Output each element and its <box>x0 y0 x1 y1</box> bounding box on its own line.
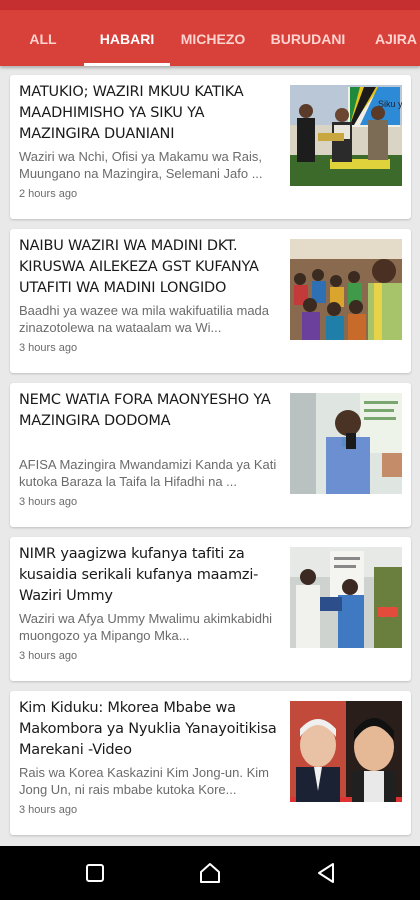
article-thumbnail: Siku ya <box>290 85 402 186</box>
article-time: 2 hours ago <box>19 188 78 200</box>
article-feed[interactable]: MATUKIO; WAZIRI MKUU KATIKA MAADHIMISHO … <box>0 66 420 846</box>
article-card[interactable]: NAIBU WAZIRI WA MADINI DKT. KIRUSWA AILE… <box>10 229 411 373</box>
article-title: MATUKIO; WAZIRI MKUU KATIKA MAADHIMISHO … <box>19 84 244 142</box>
article-time: 3 hours ago <box>19 804 78 816</box>
tab-michezo[interactable]: MICHEZO <box>176 10 250 66</box>
tab-all[interactable]: ALL <box>18 10 68 66</box>
article-card[interactable]: MATUKIO; WAZIRI MKUU KATIKA MAADHIMISHO … <box>10 75 411 219</box>
article-time: 3 hours ago <box>19 650 78 662</box>
article-title: NEMC WATIA FORA MAONYESHO YA MAZINGIRA D… <box>19 392 271 429</box>
article-excerpt: Baadhi ya wazee wa mila wakifuatilia mad… <box>19 303 270 335</box>
article-excerpt: Waziri wa Nchi, Ofisi ya Makamu wa Rais,… <box>19 149 263 181</box>
article-time: 3 hours ago <box>19 496 78 508</box>
status-bar <box>0 0 420 10</box>
article-thumbnail <box>290 701 402 802</box>
article-time: 3 hours ago <box>19 342 78 354</box>
article-card[interactable]: NIMR yaagizwa kufanya tafiti za kusaidia… <box>10 537 411 681</box>
article-excerpt: Waziri wa Afya Ummy Mwalimu akimkabidhi … <box>19 611 273 643</box>
article-thumbnail <box>290 547 402 648</box>
article-title: NAIBU WAZIRI WA MADINI DKT. KIRUSWA AILE… <box>19 238 259 296</box>
article-excerpt: AFISA Mazingira Mwandamizi Kanda ya Kati… <box>19 457 277 489</box>
back-icon[interactable] <box>311 858 341 888</box>
category-tab-bar: ALL HABARI MICHEZO BURUDANI AJIRA <box>0 10 420 66</box>
article-excerpt: Rais wa Korea Kaskazini Kim Jong-un. Kim… <box>19 765 269 797</box>
article-title: NIMR yaagizwa kufanya tafiti za kusaidia… <box>19 546 259 604</box>
article-thumbnail <box>290 239 402 340</box>
home-icon[interactable] <box>195 858 225 888</box>
article-card[interactable]: NEMC WATIA FORA MAONYESHO YA MAZINGIRA D… <box>10 383 411 527</box>
tab-burudani[interactable]: BURUDANI <box>266 10 350 66</box>
android-navigation-bar <box>0 846 420 900</box>
recent-apps-icon[interactable] <box>80 858 110 888</box>
tab-ajira[interactable]: AJIRA <box>366 10 420 66</box>
tab-habari[interactable]: HABARI <box>88 10 166 66</box>
article-card[interactable]: Kim Kiduku: Mkorea Mbabe wa Makombora ya… <box>10 691 411 835</box>
article-thumbnail <box>290 393 402 494</box>
article-title: Kim Kiduku: Mkorea Mbabe wa Makombora ya… <box>19 700 277 758</box>
